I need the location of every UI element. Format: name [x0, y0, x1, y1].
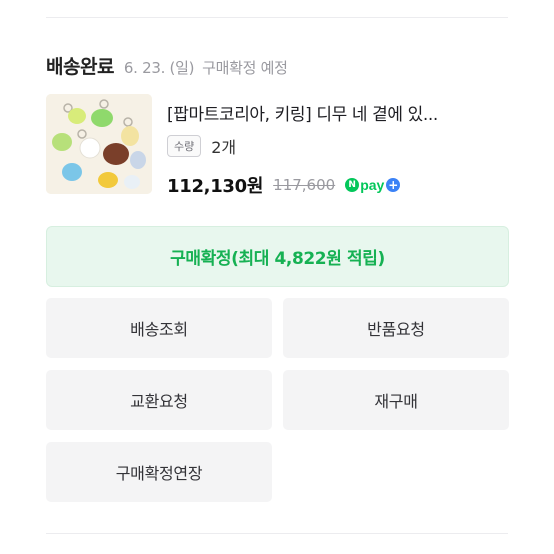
npay-plus-badge: +	[386, 178, 401, 192]
product-thumbnail[interactable]	[46, 94, 152, 194]
bottom-divider	[46, 533, 508, 534]
product-name-link[interactable]: [팝마트코리아, 키링] 디무 네 곁에 있...	[167, 100, 509, 125]
keyring-photo-image	[46, 94, 152, 194]
top-divider	[46, 17, 508, 18]
npay-plus-icon: N pay +	[345, 177, 401, 193]
quantity-badge: 수량	[167, 135, 202, 157]
npay-text: pay	[360, 177, 385, 193]
confirm-schedule-note: 구매확정 예정	[202, 59, 288, 77]
purchase-confirm-button[interactable]: 구매확정(최대 4,822원 적립)	[46, 226, 509, 287]
delivery-status: 배송완료	[46, 56, 114, 78]
price-row: 112,130원 117,600 N pay +	[167, 172, 401, 198]
return-request-button[interactable]: 반품요청	[283, 298, 509, 358]
quantity-value: 2개	[211, 138, 237, 157]
sale-price: 112,130원	[167, 176, 264, 197]
rebuy-button[interactable]: 재구매	[283, 370, 509, 430]
npay-n-badge: N	[345, 178, 360, 192]
delivery-date: 6. 23. (일)	[123, 59, 195, 77]
quantity-row: 수량 2개	[167, 134, 236, 158]
delivery-status-row: 배송완료 6. 23. (일) 구매확정 예정	[46, 52, 288, 79]
track-delivery-button[interactable]: 배송조회	[46, 298, 272, 358]
original-price: 117,600	[273, 176, 336, 194]
exchange-request-button[interactable]: 교환요청	[46, 370, 272, 430]
extend-confirm-button[interactable]: 구매확정연장	[46, 442, 272, 502]
